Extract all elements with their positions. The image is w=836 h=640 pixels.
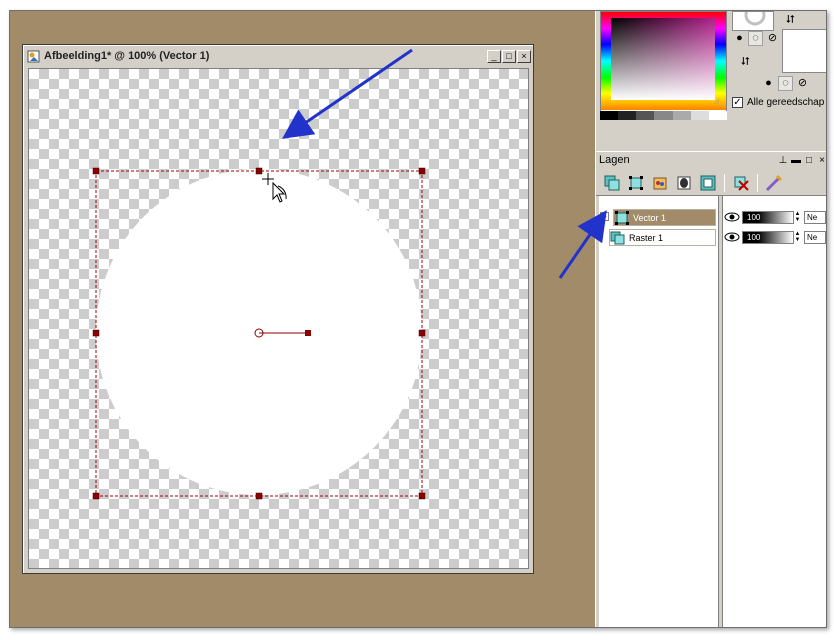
grayscale-strip[interactable] <box>600 111 727 120</box>
layer-props-raster-1: 100 ▲ ▼ Ne <box>723 228 826 246</box>
maximize-button[interactable]: □ <box>502 49 516 63</box>
rotation-handle[interactable] <box>305 330 311 336</box>
material-swatches: ⮃ ● ◌ ⊘ ⮃ ● ◌ ⊘ <box>732 11 826 95</box>
all-tools-label: Alle gereedschap <box>747 97 825 108</box>
pin-icon[interactable]: ⊥ <box>777 154 789 166</box>
handle-mid-left <box>92 329 100 337</box>
new-art-media-layer-icon[interactable] <box>650 173 669 192</box>
all-tools-checkbox[interactable]: ✓ <box>732 97 743 108</box>
edit-selection-icon[interactable] <box>764 173 783 192</box>
new-adjustment-layer-icon[interactable] <box>698 173 717 192</box>
layer-name: Raster 1 <box>629 232 664 243</box>
transparent-icon[interactable]: ⊘ <box>765 31 780 46</box>
layers-palette-header[interactable]: Lagen ⊥ ▬ □ × <box>596 151 826 168</box>
vector-circle-shape[interactable] <box>96 169 422 495</box>
bg-solid-color-icon[interactable]: ● <box>761 76 776 91</box>
opacity-value: 100 <box>747 232 761 242</box>
psp-document-icon <box>27 49 41 63</box>
solid-color-icon[interactable]: ● <box>732 31 747 46</box>
layers-title: Lagen <box>599 154 630 166</box>
new-raster-layer-icon[interactable] <box>602 173 621 192</box>
app-workspace: Afbeelding1* @ 100% (Vector 1) _ □ × ⮃ ●… <box>9 10 827 628</box>
right-dock: ⮃ ● ◌ ⊘ ⮃ ● ◌ ⊘ ✓ Alle gereedschap Lagen… <box>595 11 826 627</box>
opacity-spinner[interactable]: ▲ ▼ <box>794 231 801 244</box>
toolbar-separator <box>757 173 758 192</box>
visibility-eye-icon[interactable] <box>723 210 741 224</box>
layers-list: + Vector 1 Raster 1 <box>599 196 719 627</box>
document-titlebar[interactable]: Afbeelding1* @ 100% (Vector 1) _ □ × <box>25 47 531 65</box>
maximize-palette-icon[interactable]: □ <box>803 154 815 166</box>
new-mask-layer-icon[interactable] <box>674 173 693 192</box>
swap-colors-icon[interactable]: ⮃ <box>783 13 798 28</box>
blend-mode-select[interactable]: Ne <box>804 210 826 224</box>
minimize-button[interactable]: _ <box>487 49 501 63</box>
document-window[interactable]: Afbeelding1* @ 100% (Vector 1) _ □ × <box>22 44 534 574</box>
background-swatch[interactable] <box>782 29 826 73</box>
opacity-spinner[interactable]: ▲ ▼ <box>794 211 801 224</box>
layer-name-box[interactable]: Raster 1 <box>609 229 716 246</box>
layer-properties-column: 100 ▲ ▼ Ne 100 ▲ ▼ Ne <box>722 196 826 627</box>
color-spectrum[interactable] <box>601 12 726 110</box>
handle-bottom-right <box>418 492 426 500</box>
layer-row-vector-1[interactable]: + Vector 1 <box>599 208 719 226</box>
expand-layer-toggle[interactable]: + <box>600 212 609 221</box>
bg-transparent-icon[interactable]: ⊘ <box>795 76 810 91</box>
swap-swatches-icon[interactable]: ⮃ <box>738 55 753 70</box>
opacity-value: 100 <box>747 212 761 222</box>
color-picker[interactable] <box>600 11 727 119</box>
foreground-swatch[interactable] <box>732 11 774 31</box>
all-tools-option[interactable]: ✓ Alle gereedschap <box>732 97 824 108</box>
image-canvas[interactable] <box>28 68 529 569</box>
new-vector-layer-icon[interactable] <box>626 173 645 192</box>
vector-layer-icon <box>614 210 630 225</box>
toolbar-separator <box>724 173 725 192</box>
layer-name: Vector 1 <box>633 212 667 223</box>
blend-mode-select[interactable]: Ne <box>804 230 826 244</box>
handle-top-left <box>92 167 100 175</box>
bg-gradient-icon[interactable]: ◌ <box>778 76 793 91</box>
handle-bottom-mid <box>255 492 263 500</box>
layers-toolbar <box>596 170 826 196</box>
layer-row-raster-1[interactable]: Raster 1 <box>599 228 719 246</box>
layer-props-vector-1: 100 ▲ ▼ Ne <box>723 208 826 226</box>
close-button[interactable]: × <box>517 49 531 63</box>
visibility-eye-icon[interactable] <box>723 230 741 244</box>
gradient-icon[interactable]: ◌ <box>748 31 763 46</box>
opacity-slider[interactable]: 100 <box>742 230 794 244</box>
handle-mid-right <box>418 329 426 337</box>
layer-name-box[interactable]: Vector 1 <box>613 209 716 226</box>
opacity-slider[interactable]: 100 <box>742 210 794 224</box>
document-title: Afbeelding1* @ 100% (Vector 1) <box>44 50 210 62</box>
handle-bottom-left <box>92 492 100 500</box>
close-icon[interactable]: × <box>816 154 826 166</box>
handle-top-mid <box>255 167 263 175</box>
materials-palette: ⮃ ● ◌ ⊘ ⮃ ● ◌ ⊘ ✓ Alle gereedschap <box>596 11 826 149</box>
minimize-palette-icon[interactable]: ▬ <box>790 154 802 166</box>
raster-layer-icon <box>610 231 626 245</box>
delete-layer-icon[interactable] <box>731 173 750 192</box>
handle-top-right <box>418 167 426 175</box>
